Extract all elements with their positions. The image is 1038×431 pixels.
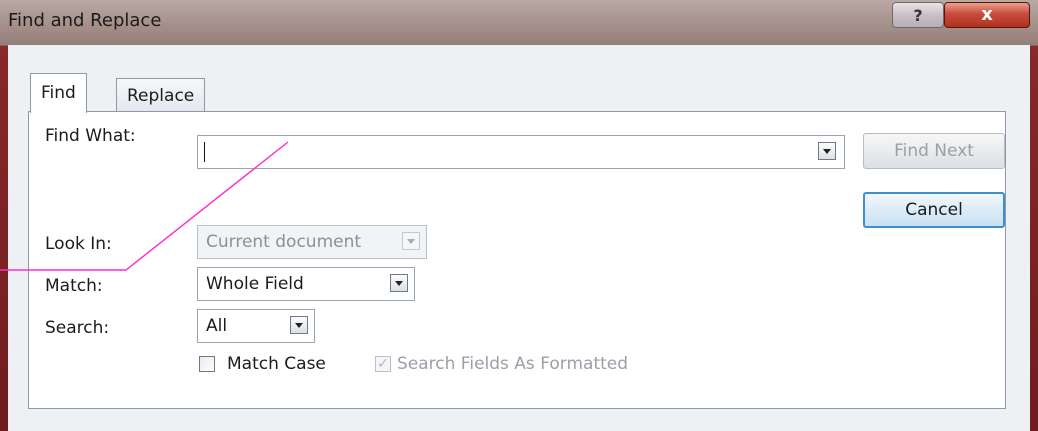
match-dropdown-icon[interactable] xyxy=(390,274,408,292)
close-button[interactable]: x xyxy=(944,2,1030,28)
tab-replace-label: Replace xyxy=(127,86,195,106)
find-what-combobox[interactable] xyxy=(197,135,845,169)
search-formatted-option[interactable]: ✓ Search Fields As Formatted xyxy=(373,352,663,378)
find-next-button[interactable]: Find Next xyxy=(863,133,1005,169)
find-what-label: Find What: xyxy=(45,126,136,146)
find-tab-panel: Find What: Find Next Cancel Look In: Cur… xyxy=(28,111,1006,409)
tab-find[interactable]: Find xyxy=(30,73,87,113)
search-formatted-label: Search Fields As Formatted xyxy=(397,354,629,374)
search-value: All xyxy=(206,316,228,336)
help-icon: ? xyxy=(913,6,923,25)
search-dropdown-icon[interactable] xyxy=(290,316,308,334)
dialog-body: Find Replace Find What: Find Next Cancel… xyxy=(8,45,1030,431)
find-what-dropdown-icon[interactable] xyxy=(818,142,836,160)
tab-replace[interactable]: Replace xyxy=(116,78,206,112)
match-case-option[interactable]: Match Case xyxy=(197,352,387,378)
search-formatted-checkbox[interactable]: ✓ xyxy=(375,356,391,372)
match-case-checkbox[interactable] xyxy=(199,356,215,372)
search-label: Search: xyxy=(45,318,110,338)
close-icon: x xyxy=(981,4,993,25)
text-caret xyxy=(204,142,205,162)
match-combobox[interactable]: Whole Field xyxy=(197,267,415,301)
cancel-button[interactable]: Cancel xyxy=(863,192,1005,228)
look-in-label: Look In: xyxy=(45,234,112,254)
help-button[interactable]: ? xyxy=(892,2,944,28)
search-combobox[interactable]: All xyxy=(197,309,315,343)
find-replace-dialog: Find and Replace ? x Find Replace Find W… xyxy=(0,0,1038,431)
dialog-title: Find and Replace xyxy=(8,10,162,31)
look-in-combobox[interactable]: Current document xyxy=(197,225,427,259)
match-case-label: Match Case xyxy=(227,354,326,374)
match-label: Match: xyxy=(45,276,103,296)
look-in-dropdown-icon[interactable] xyxy=(402,232,420,250)
tab-find-label: Find xyxy=(41,83,76,103)
match-value: Whole Field xyxy=(206,274,304,294)
title-bar[interactable]: Find and Replace ? x xyxy=(0,0,1038,46)
look-in-value: Current document xyxy=(206,232,362,252)
